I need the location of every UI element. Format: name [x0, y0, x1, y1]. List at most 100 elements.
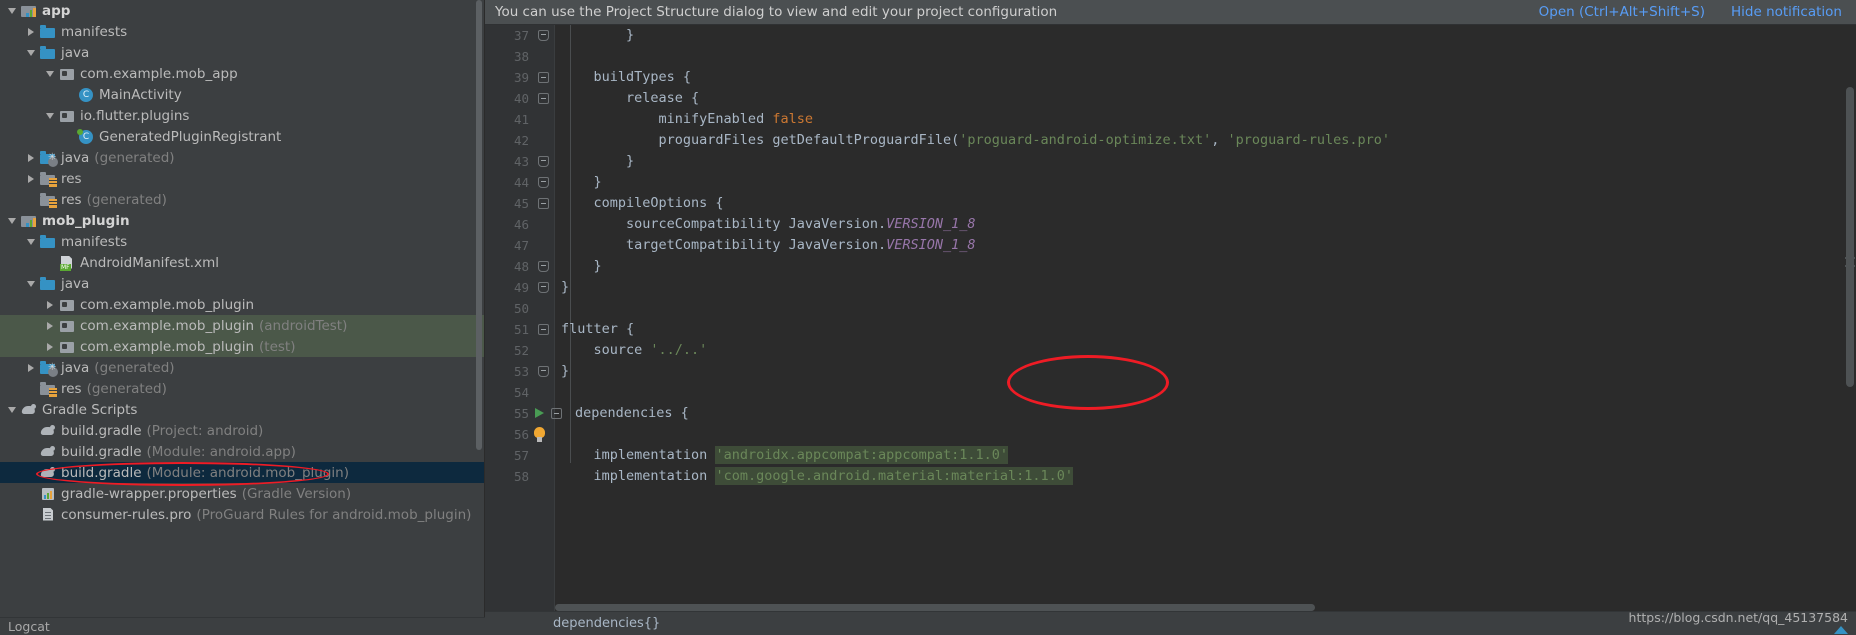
code-line[interactable]: 40 release { — [485, 88, 1856, 109]
tree-row[interactable]: build.gradle (Project: android) — [0, 420, 485, 441]
open-project-structure-link[interactable]: Open (Ctrl+Alt+Shift+S) — [1539, 4, 1705, 20]
fold-end-icon[interactable] — [538, 156, 549, 167]
tree-row[interactable]: com.example.mob_plugin (androidTest) — [0, 315, 485, 336]
tree-row[interactable]: res (generated) — [0, 378, 485, 399]
fold-collapse-icon[interactable] — [538, 324, 549, 335]
code-line[interactable]: 41 minifyEnabled false — [485, 109, 1856, 130]
gutter-marker[interactable] — [529, 340, 555, 361]
gutter-marker[interactable] — [529, 25, 555, 46]
gutter-marker[interactable] — [529, 403, 569, 424]
fold-end-icon[interactable] — [538, 261, 549, 272]
gutter-marker[interactable] — [529, 445, 555, 466]
gutter-marker[interactable] — [529, 466, 555, 487]
code-line[interactable]: 37 } — [485, 25, 1856, 46]
gutter-marker[interactable] — [529, 172, 555, 193]
chevron-right-icon[interactable] — [44, 298, 57, 311]
logcat-tab[interactable]: Logcat — [0, 617, 485, 635]
fold-end-icon[interactable] — [538, 177, 549, 188]
tree-row[interactable]: Gradle Scripts — [0, 399, 485, 420]
tree-row[interactable]: java — [0, 273, 485, 294]
code-line[interactable]: 38 — [485, 46, 1856, 67]
gutter-marker[interactable] — [529, 319, 555, 340]
chevron-right-icon[interactable] — [25, 172, 38, 185]
tree-row[interactable]: com.example.mob_plugin (test) — [0, 336, 485, 357]
gutter-marker[interactable] — [529, 298, 555, 319]
fold-collapse-icon[interactable] — [538, 93, 549, 104]
gutter-marker[interactable] — [529, 256, 555, 277]
gutter-marker[interactable] — [529, 151, 555, 172]
code-line[interactable]: 45 compileOptions { — [485, 193, 1856, 214]
tree-row[interactable]: com.example.mob_app — [0, 63, 485, 84]
code-editor[interactable]: 37 } 38 39 buildTypes {40 release {41 mini… — [485, 25, 1856, 635]
hide-notification-link[interactable]: Hide notification — [1731, 4, 1842, 20]
tree-row[interactable]: manifests — [0, 21, 485, 42]
fold-end-icon[interactable] — [538, 282, 549, 293]
code-line[interactable]: 49} — [485, 277, 1856, 298]
fold-collapse-icon[interactable] — [538, 198, 549, 209]
fold-collapse-icon[interactable] — [538, 72, 549, 83]
gutter-marker[interactable] — [529, 130, 555, 151]
gutter-marker[interactable] — [529, 67, 555, 88]
chevron-down-icon[interactable] — [25, 46, 38, 59]
code-line[interactable]: 42 proguardFiles getDefaultProguardFile(… — [485, 130, 1856, 151]
gutter-marker[interactable] — [529, 109, 555, 130]
sidebar-scrollbar-thumb[interactable] — [476, 0, 482, 450]
code-line[interactable]: 47 targetCompatibility JavaVersion.VERSI… — [485, 235, 1856, 256]
chevron-down-icon[interactable] — [6, 214, 19, 227]
gutter-marker[interactable] — [529, 382, 555, 403]
editor-scrollbar-track[interactable] — [1843, 25, 1856, 635]
code-line[interactable]: 50 — [485, 298, 1856, 319]
run-gradle-task-icon[interactable] — [535, 408, 544, 418]
chevron-right-icon[interactable] — [25, 25, 38, 38]
code-line[interactable]: 53} — [485, 361, 1856, 382]
gutter-marker[interactable] — [529, 424, 555, 445]
tree-row[interactable]: java(generated) — [0, 147, 485, 168]
chevron-right-icon[interactable] — [44, 319, 57, 332]
chevron-down-icon[interactable] — [25, 235, 38, 248]
chevron-down-icon[interactable] — [25, 277, 38, 290]
code-line[interactable]: 48 } — [485, 256, 1856, 277]
gutter-marker[interactable] — [529, 88, 555, 109]
code-line[interactable]: 46 sourceCompatibility JavaVersion.VERSI… — [485, 214, 1856, 235]
code-line[interactable]: 52 source '../..' — [485, 340, 1856, 361]
tree-row[interactable]: gradle-wrapper.properties (Gradle Version… — [0, 483, 485, 504]
tree-row[interactable]: io.flutter.plugins — [0, 105, 485, 126]
code-line[interactable]: 57 implementation 'androidx.appcompat:ap… — [485, 445, 1856, 466]
chevron-down-icon[interactable] — [44, 109, 57, 122]
tree-row[interactable]: mob_plugin — [0, 210, 485, 231]
chevron-down-icon[interactable] — [6, 403, 19, 416]
gutter-marker[interactable] — [529, 361, 555, 382]
tree-row[interactable]: build.gradle (Module: android.mob_plugin) — [0, 462, 485, 483]
tree-row[interactable]: com.example.mob_plugin — [0, 294, 485, 315]
gutter-marker[interactable] — [529, 235, 555, 256]
chevron-right-icon[interactable] — [44, 340, 57, 353]
tree-row[interactable]: AndroidManifest.xml — [0, 252, 485, 273]
fold-end-icon[interactable] — [538, 30, 549, 41]
code-line[interactable]: 55 dependencies { — [485, 403, 1856, 424]
code-line[interactable]: 51 flutter { — [485, 319, 1856, 340]
tree-row[interactable]: manifests — [0, 231, 485, 252]
chevron-down-icon[interactable] — [6, 4, 19, 17]
fold-collapse-icon[interactable] — [551, 408, 562, 419]
tree-row[interactable]: MainActivity — [0, 84, 485, 105]
tree-row[interactable]: app — [0, 0, 485, 21]
code-line[interactable]: 54 — [485, 382, 1856, 403]
chevron-right-icon[interactable] — [25, 151, 38, 164]
tree-row[interactable]: res — [0, 168, 485, 189]
editor-hscrollbar-thumb[interactable] — [555, 604, 1315, 611]
gutter-marker[interactable] — [529, 214, 555, 235]
tree-row[interactable]: res (generated) — [0, 189, 485, 210]
code-line[interactable]: 58 implementation 'com.google.android.ma… — [485, 466, 1856, 487]
tree-row[interactable]: java(generated) — [0, 357, 485, 378]
tree-row[interactable]: GeneratedPluginRegistrant — [0, 126, 485, 147]
code-line[interactable]: 44 } — [485, 172, 1856, 193]
editor-hscrollbar-track[interactable] — [555, 604, 1785, 611]
chevron-right-icon[interactable] — [25, 361, 38, 374]
gutter-marker[interactable] — [529, 277, 555, 298]
tree-row[interactable]: consumer-rules.pro (ProGuard Rules for an… — [0, 504, 485, 525]
intention-bulb-icon[interactable] — [534, 427, 545, 440]
fold-end-icon[interactable] — [538, 366, 549, 377]
tree-row[interactable]: java — [0, 42, 485, 63]
editor-scrollbar-thumb[interactable] — [1846, 87, 1854, 387]
gutter-marker[interactable] — [529, 46, 555, 67]
